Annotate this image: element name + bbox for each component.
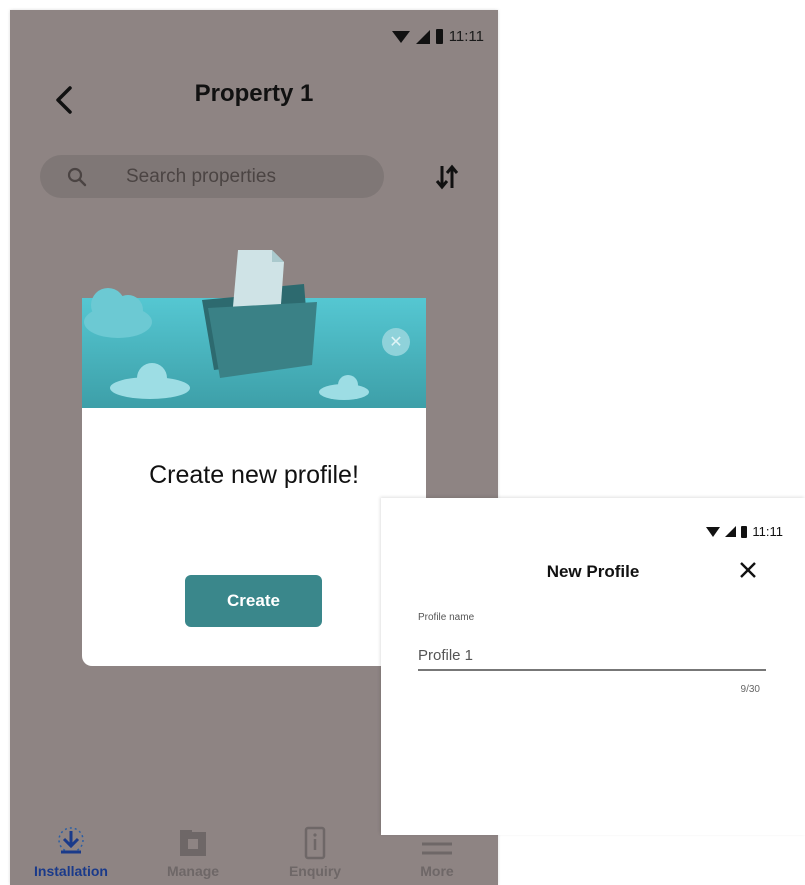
search-input[interactable]: Search properties [126,166,276,188]
profile-name-input[interactable] [418,641,766,671]
status-time: 11:11 [752,524,783,539]
nav-label: Enquiry [288,863,342,879]
character-counter: 9/30 [740,684,760,695]
search-bar[interactable]: Search properties [40,155,384,198]
signal-icon [415,29,430,44]
nav-item-manage[interactable]: Manage [132,820,254,885]
close-icon[interactable] [736,558,760,582]
signal-icon [725,526,737,537]
battery-icon [741,525,748,538]
profile-name-label: Profile name [418,612,475,623]
phone-screen-new-profile: 11:11 New Profile Profile name 9/30 [381,498,805,835]
search-icon [67,167,87,186]
nav-label: Manage [166,863,220,879]
canvas: 11:11 Property 1 Search properties ✕ Cre… [0,0,805,885]
page-title: Property 1 [194,80,314,107]
battery-icon [435,29,443,44]
nav-item-enquiry[interactable]: Enquiry [254,820,376,885]
nav-item-installation[interactable]: Installation [10,820,132,885]
download-icon [58,827,84,854]
wifi-icon [391,30,410,43]
folder-illustration [84,250,369,400]
nav-label: More [420,863,454,879]
sort-icon[interactable] [430,160,464,194]
status-time: 11:11 [448,28,484,45]
dialog-title: Create new profile! [149,461,359,489]
create-button[interactable]: Create [185,575,322,627]
info-phone-icon [304,826,326,860]
status-bar: 11:11 [706,524,783,539]
nav-label: Installation [34,863,108,879]
folder-icon [180,830,206,856]
status-bar: 11:11 [391,28,484,45]
wifi-icon [706,526,721,537]
